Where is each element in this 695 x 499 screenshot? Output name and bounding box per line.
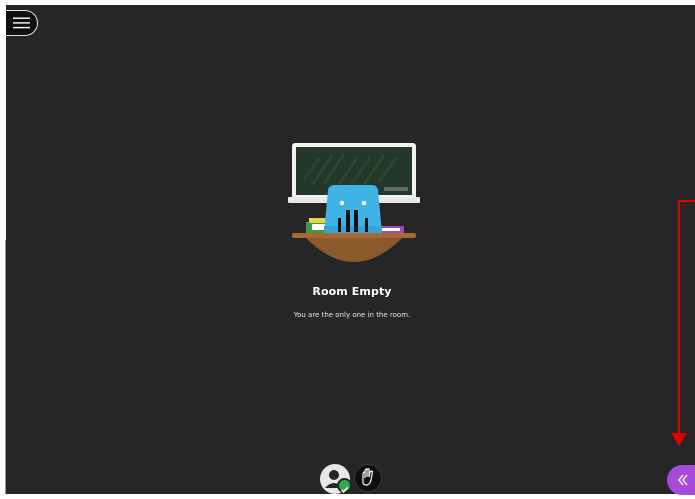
annotation-line — [678, 201, 680, 437]
empty-classroom-illustration — [288, 143, 420, 262]
double-chevron-left-icon — [678, 474, 688, 486]
room-empty-subtitle: You are the only one in the room. — [293, 311, 411, 319]
hamburger-menu-icon — [13, 17, 30, 29]
raise-hand-button[interactable] — [354, 464, 382, 492]
raise-hand-icon — [362, 468, 374, 486]
open-menu-button[interactable] — [6, 10, 38, 36]
annotation-line-top — [678, 200, 695, 202]
open-collaborate-panel-button[interactable] — [667, 465, 695, 495]
annotation-arrow — [671, 433, 687, 446]
left-divider — [5, 240, 6, 494]
my-status-button[interactable] — [320, 464, 352, 494]
check-icon — [337, 478, 352, 493]
room-empty-title: Room Empty — [312, 285, 392, 298]
viewport: Room Empty You are the only one in the r… — [0, 0, 695, 495]
